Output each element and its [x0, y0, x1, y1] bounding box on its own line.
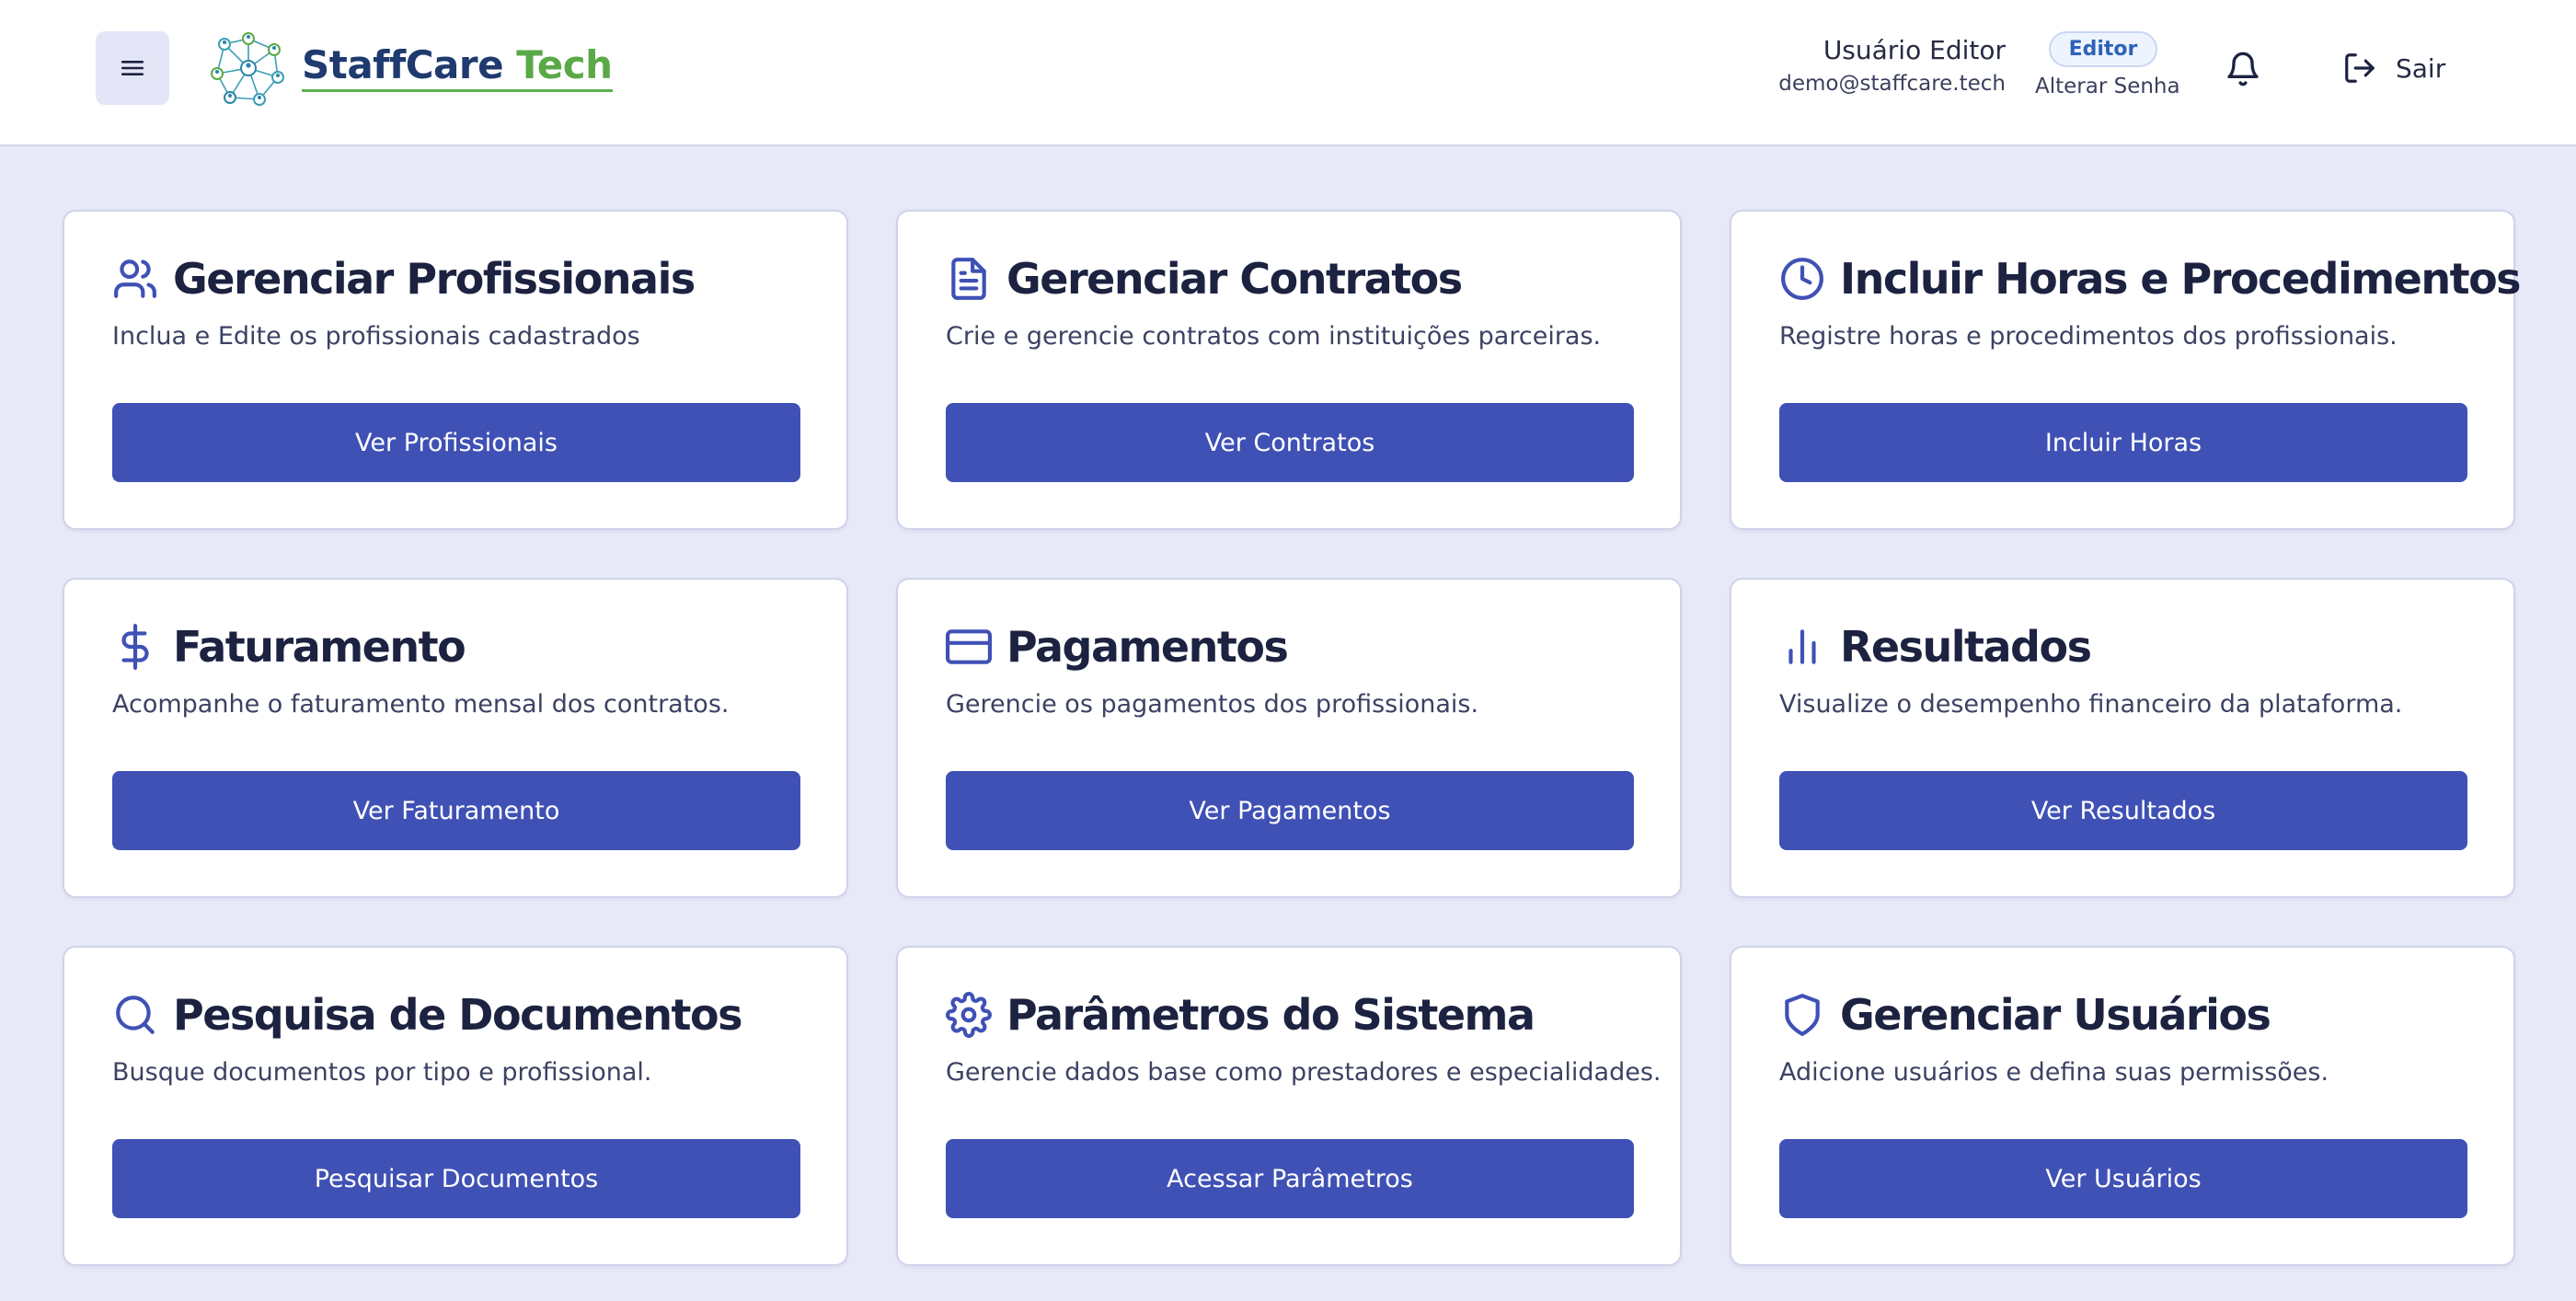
document-icon: [946, 255, 994, 303]
card-description: Adicione usuários e defina suas permissõ…: [1779, 1058, 2329, 1087]
brand-name: StaffCare Tech: [302, 42, 613, 92]
card-profissionais: Gerenciar Profissionais Inclua e Edite o…: [63, 210, 848, 530]
card-title: Parâmetros do Sistema: [946, 990, 1535, 1040]
card-description: Registre horas e procedimentos dos profi…: [1779, 322, 2398, 351]
card-title: Faturamento: [112, 622, 466, 672]
card-heading: Incluir Horas e Procedimentos: [1840, 254, 2522, 304]
card-heading: Resultados: [1840, 622, 2092, 672]
brand-logo[interactable]: StaffCare Tech: [202, 22, 613, 114]
top-header: StaffCare Tech Usuário Editor demo@staff…: [0, 0, 2576, 146]
ver-contratos-button[interactable]: Ver Contratos: [946, 403, 1634, 482]
card-description: Inclua e Edite os profissionais cadastra…: [112, 322, 640, 351]
card-heading: Pagamentos: [1006, 622, 1289, 672]
card-horas: Incluir Horas e Procedimentos Registre h…: [1730, 210, 2522, 530]
card-title: Gerenciar Contratos: [946, 254, 1463, 304]
card-title: Incluir Horas e Procedimentos: [1779, 254, 2522, 304]
user-name: Usuário Editor: [1823, 35, 2006, 65]
ver-profissionais-button[interactable]: Ver Profissionais: [112, 403, 800, 482]
card-description: Visualize o desempenho financeiro da pla…: [1779, 690, 2403, 719]
card-description: Gerencie dados base como prestadores e e…: [946, 1058, 1662, 1087]
network-logo-icon: [211, 32, 284, 106]
acessar-parametros-button[interactable]: Acessar Parâmetros: [946, 1139, 1634, 1218]
ver-usuarios-button[interactable]: Ver Usuários: [1779, 1139, 2467, 1218]
card-usuarios: Gerenciar Usuários Adicione usuários e d…: [1730, 946, 2515, 1266]
dashboard-grid: Gerenciar Profissionais Inclua e Edite o…: [63, 210, 2522, 1266]
role-section: Editor Alterar Senha: [2035, 31, 2180, 98]
card-heading: Pesquisa de Documentos: [173, 990, 742, 1040]
card-resultados: Resultados Visualize o desempenho financ…: [1730, 578, 2515, 898]
user-email: demo@staffcare.tech: [1778, 71, 2006, 96]
credit-card-icon: [946, 623, 994, 671]
brand-name-part2: Tech: [503, 42, 613, 88]
shield-icon: [1779, 991, 1827, 1039]
menu-button[interactable]: [96, 31, 169, 105]
card-documentos: Pesquisa de Documentos Busque documentos…: [63, 946, 848, 1266]
gear-icon: [946, 991, 994, 1039]
card-title: Gerenciar Profissionais: [112, 254, 696, 304]
ver-pagamentos-button[interactable]: Ver Pagamentos: [946, 771, 1634, 850]
ver-resultados-button[interactable]: Ver Resultados: [1779, 771, 2467, 850]
card-title: Pesquisa de Documentos: [112, 990, 742, 1040]
hamburger-icon: [121, 61, 144, 75]
card-heading: Parâmetros do Sistema: [1006, 990, 1535, 1040]
card-pagamentos: Pagamentos Gerencie os pagamentos dos pr…: [896, 578, 1682, 898]
card-description: Busque documentos por tipo e profissiona…: [112, 1058, 652, 1087]
logout-button[interactable]: Sair: [2342, 50, 2445, 86]
bar-chart-icon: [1779, 623, 1827, 671]
logout-icon: [2345, 53, 2375, 83]
card-description: Gerencie os pagamentos dos profissionais…: [946, 690, 1479, 719]
pesquisar-documentos-button[interactable]: Pesquisar Documentos: [112, 1139, 800, 1218]
dollar-icon: [112, 623, 160, 671]
card-description: Acompanhe o faturamento mensal dos contr…: [112, 690, 730, 719]
search-icon: [112, 991, 160, 1039]
role-badge: Editor: [2048, 31, 2158, 67]
logout-label: Sair: [2396, 52, 2446, 84]
incluir-horas-button[interactable]: Incluir Horas: [1779, 403, 2467, 482]
brand-name-part1: StaffCare: [302, 42, 504, 88]
card-heading: Faturamento: [173, 622, 466, 672]
change-password-link[interactable]: Alterar Senha: [2035, 75, 2180, 98]
card-title: Pagamentos: [946, 622, 1289, 672]
card-contratos: Gerenciar Contratos Crie e gerencie cont…: [896, 210, 1682, 530]
user-info: Usuário Editor demo@staffcare.tech: [1778, 35, 2006, 96]
card-title: Gerenciar Usuários: [1779, 990, 2271, 1040]
ver-faturamento-button[interactable]: Ver Faturamento: [112, 771, 800, 850]
clock-icon: [1779, 255, 1827, 303]
card-title: Resultados: [1779, 622, 2092, 672]
card-heading: Gerenciar Profissionais: [173, 254, 696, 304]
card-heading: Gerenciar Usuários: [1840, 990, 2271, 1040]
card-heading: Gerenciar Contratos: [1006, 254, 1463, 304]
card-description: Crie e gerencie contratos com instituiçõ…: [946, 322, 1602, 351]
card-faturamento: Faturamento Acompanhe o faturamento mens…: [63, 578, 848, 898]
bell-icon[interactable]: [2225, 51, 2261, 87]
card-parametros: Parâmetros do Sistema Gerencie dados bas…: [896, 946, 1682, 1266]
users-icon: [112, 255, 160, 303]
